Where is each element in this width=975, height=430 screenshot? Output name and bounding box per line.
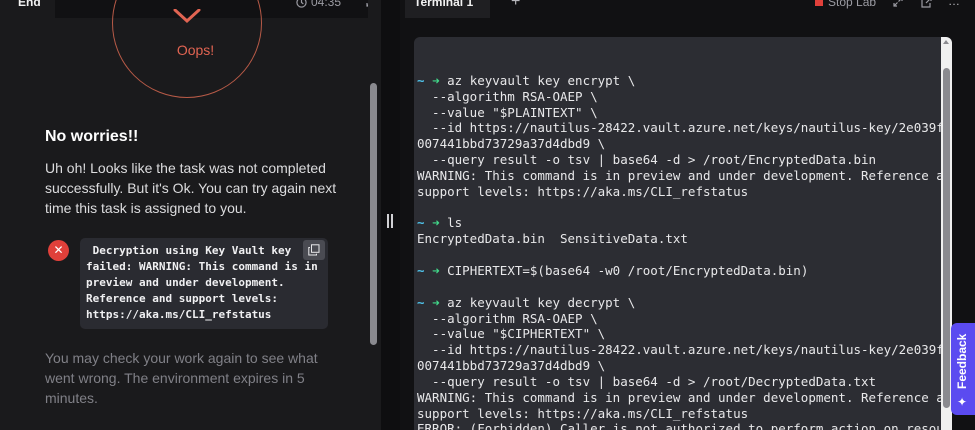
- expand-icon[interactable]: [893, 0, 903, 7]
- terminal-line: --algorithm RSA-OAEP \: [417, 88, 598, 104]
- left-scrollbar-thumb[interactable]: [370, 83, 377, 345]
- terminal-line: --query result -o tsv | base64 -d > /roo…: [417, 373, 877, 389]
- stop-lab-label: Stop Lab: [828, 0, 877, 9]
- terminal-line: ~ ➜ ls: [417, 215, 463, 231]
- terminal-lines: ~ ➜ az keyvault key encrypt \ --algorith…: [417, 57, 952, 430]
- terminal-panel: Terminal 1 + Stop Lab … ~ ➜ az keyvault …: [400, 0, 975, 430]
- error-icon: ✕: [48, 240, 69, 261]
- terminal-line: --query result -o tsv | base64 -d > /roo…: [417, 152, 877, 168]
- terminal-line: WARNING: This command is in preview and …: [417, 167, 952, 183]
- tab-end-label: End: [18, 0, 41, 9]
- terminal-line: --value "$CIPHERTEXT" \: [417, 326, 606, 342]
- feedback-button[interactable]: Feedback ✦: [951, 323, 975, 415]
- terminal-line: --algorithm RSA-OAEP \: [417, 310, 598, 326]
- stop-lab-button[interactable]: Stop Lab: [815, 0, 876, 9]
- terminal-line: support levels: https://aka.ms/CLI_refst…: [417, 405, 749, 421]
- splitter-handle[interactable]: [385, 214, 395, 228]
- terminal-line: EncryptedData.bin SensitiveData.txt: [417, 231, 688, 247]
- close-icon: [173, 9, 201, 24]
- terminal-line: --id https://nautilus-28422.vault.azure.…: [417, 120, 952, 136]
- add-tab-button[interactable]: +: [511, 0, 520, 11]
- status-label-text: Oops!: [176, 42, 215, 58]
- left-scrollbar[interactable]: [368, 0, 381, 430]
- status-label: Oops!: [0, 42, 381, 58]
- tab-terminal-1-label: Terminal 1: [414, 0, 474, 9]
- terminal-line: 007441bbd73729a37d4dbd9 \: [417, 136, 606, 152]
- popout-icon[interactable]: [921, 0, 932, 8]
- scroll-up-arrow[interactable]: [943, 40, 949, 44]
- clock-icon: [296, 0, 307, 8]
- sparkle-icon: ✦: [957, 395, 968, 409]
- terminal-tab-bar: Terminal 1 + Stop Lab …: [400, 0, 975, 18]
- hint-text: You may check your work again to see wha…: [45, 350, 318, 406]
- error-box: Decryption using Key Vault key failed: W…: [80, 238, 328, 329]
- stop-icon: [815, 0, 823, 6]
- terminal-line: ~ ➜ CIPHERTEXT=$(base64 -w0 /root/Encryp…: [417, 262, 809, 278]
- terminal-line: ERROR: (Forbidden) Caller is not authori…: [417, 421, 952, 430]
- result-heading: No worries!!: [45, 128, 139, 145]
- timer-value: 04:35: [311, 0, 342, 9]
- timer: 04:35: [296, 0, 341, 9]
- more-button[interactable]: …: [948, 0, 960, 8]
- copy-icon: [308, 244, 320, 256]
- result-panel: End 04:35 Oops! No worries!! Uh oh! Look…: [0, 0, 381, 430]
- tab-end[interactable]: End: [0, 0, 55, 18]
- terminal-output[interactable]: ~ ➜ az keyvault key encrypt \ --algorith…: [414, 37, 952, 430]
- copy-button[interactable]: [303, 240, 325, 260]
- error-text: Decryption using Key Vault key failed: W…: [86, 244, 318, 321]
- feedback-label: Feedback: [955, 333, 969, 389]
- terminal-line: support levels: https://aka.ms/CLI_refst…: [417, 183, 749, 199]
- tab-terminal-1[interactable]: Terminal 1: [405, 0, 490, 18]
- terminal-line: ~ ➜ az keyvault key decrypt \: [417, 294, 636, 310]
- terminal-line: WARNING: This command is in preview and …: [417, 389, 952, 405]
- terminal-line: 007441bbd73729a37d4dbd9 \: [417, 358, 606, 374]
- result-message: Uh oh! Looks like the task was not compl…: [45, 160, 337, 216]
- terminal-line: ~ ➜ az keyvault key encrypt \: [417, 72, 636, 88]
- terminal-line: --value "$PLAINTEXT" \: [417, 104, 598, 120]
- terminal-line: --id https://nautilus-28422.vault.azure.…: [417, 342, 952, 358]
- terminal-scrollbar-thumb[interactable]: [943, 68, 950, 408]
